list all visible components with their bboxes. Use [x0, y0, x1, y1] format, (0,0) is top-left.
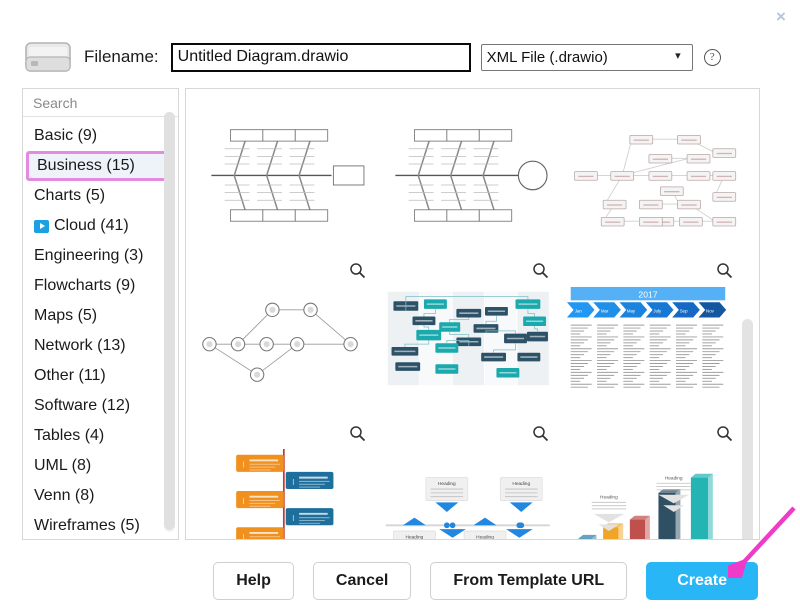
svg-text:|: | — [243, 534, 245, 540]
sidebar-item-label: Software (12) — [34, 397, 131, 414]
svg-text:Heading: Heading — [438, 481, 456, 487]
sidebar-item-label: Maps (5) — [34, 307, 98, 324]
template-preview: | | | | | — [198, 427, 370, 540]
sidebar-item-maps[interactable]: Maps (5) — [23, 301, 178, 331]
magnifier-icon[interactable] — [716, 425, 733, 442]
svg-text:May: May — [627, 309, 636, 314]
sidebar-item-uml[interactable]: UML (8) — [23, 451, 178, 481]
from-template-url-button[interactable]: From Template URL — [430, 562, 628, 600]
sidebar-item-label: Charts (5) — [34, 187, 106, 204]
svg-text:2017: 2017 — [639, 289, 658, 299]
cancel-button[interactable]: Cancel — [312, 562, 412, 600]
svg-text:Heading: Heading — [476, 535, 494, 540]
sidebar-item-tables[interactable]: Tables (4) — [23, 421, 178, 451]
sidebar-scrollbar[interactable] — [164, 112, 175, 532]
sidebar-item-label: Tables (4) — [34, 427, 105, 444]
sidebar-item-venn[interactable]: Venn (8) — [23, 481, 178, 511]
category-list: Basic (9) Business (15) Charts (5) Cloud (4… — [23, 117, 178, 539]
sidebar-item-label: Venn (8) — [34, 487, 95, 504]
sidebar-item-label: Business (15) — [37, 157, 135, 174]
close-icon[interactable]: × — [770, 5, 792, 27]
sidebar-item-label: Network (13) — [34, 337, 126, 354]
svg-text:Jan: Jan — [575, 309, 583, 314]
svg-text:|: | — [292, 478, 294, 485]
hard-drive-icon — [25, 42, 71, 72]
sidebar-item-business[interactable]: Business (15) — [26, 151, 172, 181]
template-tile-fishbone-diagram-1[interactable] — [192, 93, 376, 256]
create-button[interactable]: Create — [646, 562, 758, 600]
template-tile-swimlane-flowchart[interactable] — [376, 256, 560, 419]
magnifier-icon[interactable] — [532, 425, 549, 442]
template-preview — [198, 264, 370, 411]
svg-text:|: | — [292, 515, 294, 522]
svg-text:Heading: Heading — [512, 481, 530, 487]
svg-text:Heading: Heading — [405, 535, 423, 540]
dialog-footer: Help Cancel From Template URL Create — [0, 552, 800, 610]
template-preview — [381, 264, 554, 411]
template-tile-bar-chart-infographic[interactable]: Heading Heading — [559, 419, 743, 539]
template-preview: Heading Heading — [565, 427, 737, 539]
filetype-select-wrapper: XML File (.drawio) ▾ — [471, 43, 693, 71]
magnifier-icon[interactable] — [716, 262, 733, 279]
svg-text:Heading: Heading — [665, 476, 683, 482]
sidebar-item-engineering[interactable]: Engineering (3) — [23, 241, 178, 271]
sidebar-item-software[interactable]: Software (12) — [23, 391, 178, 421]
template-preview: Heading Heading Heading Heading — [381, 427, 554, 540]
magnifier-icon[interactable] — [532, 262, 549, 279]
svg-text:Mar: Mar — [601, 309, 609, 314]
template-preview: 2017 Jan Mar May July Sep Nov — [565, 264, 737, 411]
sidebar-item-label: Wireframes (5) — [34, 517, 140, 534]
sidebar-item-other[interactable]: Other (11) — [23, 361, 178, 391]
help-button[interactable]: Help — [213, 562, 294, 600]
sidebar-item-cloud[interactable]: Cloud (41) — [23, 211, 178, 241]
magnifier-icon[interactable] — [349, 262, 366, 279]
sidebar-item-flowcharts[interactable]: Flowcharts (9) — [23, 271, 178, 301]
template-tile-fishbone-diagram-2[interactable] — [376, 93, 560, 256]
template-preview — [565, 101, 737, 248]
svg-text:|: | — [243, 461, 245, 468]
cloud-play-icon — [34, 219, 49, 233]
sidebar-item-charts[interactable]: Charts (5) — [23, 181, 178, 211]
template-preview — [381, 101, 554, 248]
sidebar-scrollbar-thumb[interactable] — [164, 112, 175, 530]
svg-text:|: | — [243, 497, 245, 504]
sidebar-item-basic[interactable]: Basic (9) — [23, 121, 178, 151]
help-icon[interactable]: ? — [703, 48, 721, 66]
template-tile-horizontal-timeline-infographic[interactable]: Heading Heading Heading Heading — [376, 419, 560, 540]
svg-text:Heading: Heading — [600, 495, 618, 501]
create-new-diagram-dialog: × Filename: XML File (.drawio) ▾ ? Basic — [0, 0, 800, 610]
template-tile-pert-network-diagram[interactable] — [192, 256, 376, 419]
template-tile-tree-network-diagram[interactable] — [559, 93, 743, 256]
dialog-header: Filename: XML File (.drawio) ▾ ? — [22, 30, 782, 84]
svg-text:Sep: Sep — [680, 309, 688, 314]
sidebar-item-label: UML (8) — [34, 457, 92, 474]
magnifier-icon[interactable] — [349, 425, 366, 442]
template-gallery-scrollbar[interactable] — [742, 319, 753, 539]
search-row — [23, 89, 230, 117]
template-grid: 2017 Jan Mar May July Sep Nov | | | | | Heading Headi… — [186, 89, 759, 540]
category-sidebar: Basic (9) Business (15) Charts (5) Cloud (4… — [22, 88, 230, 540]
filename-input[interactable] — [170, 42, 471, 72]
template-gallery: 2017 Jan Mar May July Sep Nov | | | | | Heading Headi… — [185, 88, 760, 540]
svg-text:July: July — [654, 309, 663, 314]
template-preview — [198, 101, 370, 248]
svg-text:Nov: Nov — [706, 309, 715, 314]
filetype-select[interactable]: XML File (.drawio) — [480, 43, 693, 71]
sidebar-item-label: Basic (9) — [34, 127, 98, 144]
sidebar-item-label: Other (11) — [34, 367, 106, 384]
template-tile-timeline-2017[interactable]: 2017 Jan Mar May July Sep Nov — [559, 256, 743, 419]
filename-label: Filename: — [84, 47, 159, 66]
sidebar-item-wireframes[interactable]: Wireframes (5) — [23, 511, 178, 539]
sidebar-item-label: Cloud (41) — [54, 217, 129, 234]
template-tile-vertical-timeline-infographic[interactable]: | | | | | — [192, 419, 376, 540]
sidebar-item-label: Flowcharts (9) — [34, 277, 136, 294]
sidebar-item-network[interactable]: Network (13) — [23, 331, 178, 361]
sidebar-item-label: Engineering (3) — [34, 247, 144, 264]
